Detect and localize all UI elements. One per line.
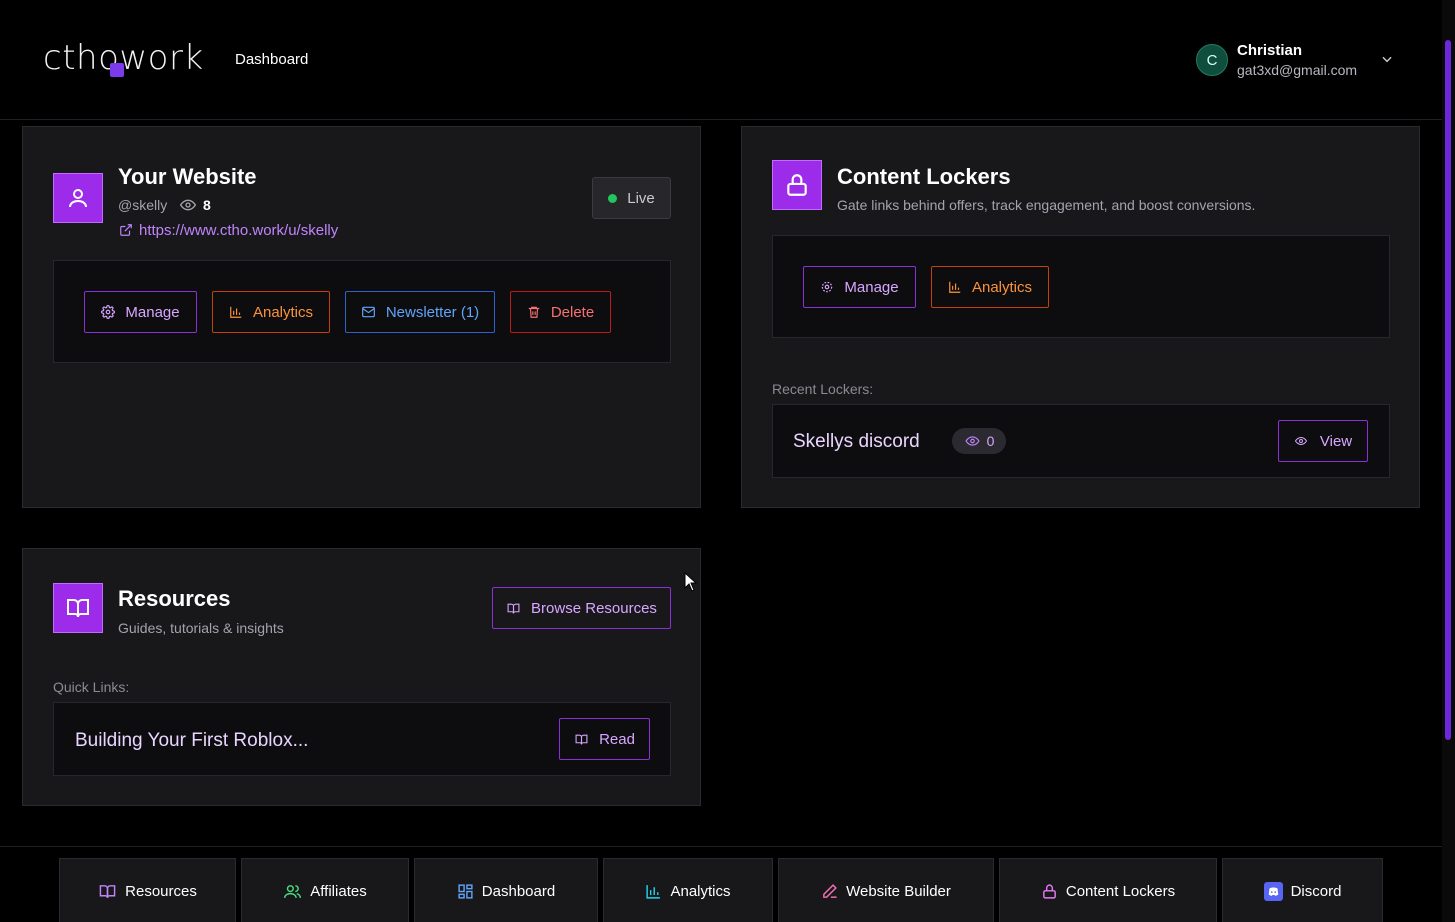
resources-subtitle: Guides, tutorials & insights [118,620,284,636]
bottom-nav-discord[interactable]: Discord [1222,858,1383,922]
logo-mark [110,63,124,77]
bottom-nav-label: Dashboard [481,882,556,900]
locker-views-badge: 0 [952,428,1006,454]
bottom-nav-website-builder[interactable]: Website Builder [778,858,994,922]
website-title: Your Website [118,164,257,189]
view-button[interactable]: View [1278,420,1368,462]
book-icon [99,884,116,898]
read-button[interactable]: Read [559,718,650,760]
bottom-nav: Resources Affiliates Dashboard Analytics… [0,846,1442,922]
website-view-count: 8 [203,197,211,213]
bar-chart-icon [949,281,961,293]
locker-name: Skellys discord [793,431,920,452]
live-dot [608,193,618,203]
browse-resources-button[interactable]: Browse Resources [492,587,671,629]
quick-links-label: Quick Links: [53,679,130,695]
mouse-cursor-icon [684,572,697,592]
mail-icon [361,306,375,318]
newsletter-label: Newsletter (1) [385,303,480,321]
bottom-nav-affiliates[interactable]: Affiliates [241,858,409,922]
delete-button[interactable]: Delete [510,291,611,333]
trash-icon [528,306,540,318]
discord-icon [1263,881,1283,901]
bottom-nav-analytics[interactable]: Analytics [603,858,773,922]
delete-label: Delete [550,303,595,321]
bottom-nav-label: Content Lockers [1065,882,1176,900]
recent-lockers-label: Recent Lockers: [772,381,874,397]
manage-label: Manage [125,303,180,321]
website-card: Your Website @skelly 8 https://www.ctho.… [22,126,701,508]
book-icon [507,603,520,613]
analytics-label: Analytics [252,303,314,321]
bottom-nav-label: Affiliates [310,882,367,900]
lockers-actions-panel: Manage Analytics [772,235,1390,338]
bar-chart-icon [230,306,242,318]
eye-icon [1294,436,1307,446]
content-lockers-title: Content Lockers [837,164,1011,189]
website-handle: @skelly [118,197,168,213]
external-link-icon [120,224,132,236]
bottom-nav-label: Website Builder [846,882,951,900]
top-header: cthowork Dashboard C Christian gat3xd@gm… [0,0,1442,120]
website-actions-panel: Manage Analytics Newsletter (1) Delete [53,260,671,363]
book-icon [53,583,103,633]
bottom-nav-label: Resources [125,882,197,900]
list-item: Building Your First Roblox... Read [53,702,671,776]
pencil-icon [823,883,837,898]
analytics-button[interactable]: Analytics [212,291,330,333]
bottom-nav-label: Analytics [670,882,731,900]
user-menu[interactable]: C Christian gat3xd@gmail.com [1196,42,1406,82]
users-icon [284,884,302,898]
gear-icon [822,281,833,293]
resources-card: Resources Guides, tutorials & insights B… [22,548,701,806]
scrollbar-thumb[interactable] [1445,40,1451,740]
browse-resources-label: Browse Resources [531,599,657,617]
status-badge: Live [592,177,671,219]
manage-button[interactable]: Manage [84,291,197,333]
gear-icon [101,305,116,319]
grid-icon [458,883,473,899]
status-label: Live [627,189,655,207]
content-lockers-subtitle: Gate links behind offers, track engageme… [837,197,1256,213]
bar-chart-icon [646,884,661,899]
lockers-analytics-label: Analytics [971,278,1033,296]
lock-icon [772,160,822,210]
book-icon [575,734,588,744]
chevron-down-icon [1382,56,1392,63]
bottom-nav-resources[interactable]: Resources [59,858,236,922]
user-name: Christian [1237,42,1303,59]
eye-icon [179,199,197,211]
eye-icon [965,436,980,446]
website-url-link[interactable]: https://www.ctho.work/u/skelly [139,222,338,239]
lockers-analytics-button[interactable]: Analytics [931,266,1049,308]
locker-views-count: 0 [986,433,995,449]
user-email: gat3xd@gmail.com [1237,62,1358,78]
read-label: Read [599,730,635,748]
resources-title: Resources [118,586,231,611]
newsletter-button[interactable]: Newsletter (1) [345,291,495,333]
content-lockers-card: Content Lockers Gate links behind offers… [741,126,1420,508]
list-item: Skellys discord 0 View [772,404,1390,478]
user-icon [53,173,103,223]
scrollbar[interactable] [1442,0,1455,922]
bottom-nav-content-lockers[interactable]: Content Lockers [999,858,1217,922]
lockers-manage-label: Manage [844,278,899,296]
lock-icon [1043,883,1056,899]
view-label: View [1319,432,1353,450]
bottom-nav-dashboard[interactable]: Dashboard [414,858,598,922]
nav-dashboard-link[interactable]: Dashboard [235,51,308,68]
avatar: C [1196,44,1228,76]
lockers-manage-button[interactable]: Manage [803,266,916,308]
quick-link-title[interactable]: Building Your First Roblox... [75,730,308,752]
bottom-nav-label: Discord [1290,882,1342,900]
